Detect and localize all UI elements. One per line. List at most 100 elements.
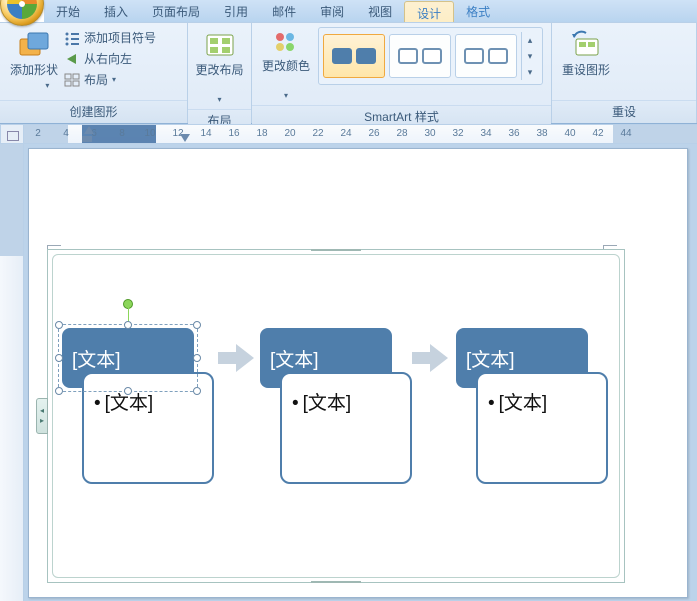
rtl-icon: [64, 51, 80, 67]
add-shape-button[interactable]: 添加形状 ▾: [6, 27, 62, 95]
add-shape-label: 添加形状: [10, 63, 58, 77]
add-bullet-button[interactable]: 添加项目符号: [62, 27, 172, 48]
resize-handle-icon[interactable]: [55, 354, 63, 362]
style-option-2[interactable]: [389, 34, 451, 78]
layout-button[interactable]: 布局 ▾: [62, 69, 172, 90]
tab-insert[interactable]: 插入: [92, 0, 140, 22]
ruler-tick: 10: [136, 128, 164, 139]
selection-outline: [58, 324, 198, 392]
ruler-tick: 44: [612, 128, 640, 139]
group-layouts: 更改布局 ▾ 布局: [188, 23, 252, 123]
group-title-reset: 重设: [552, 100, 696, 123]
change-colors-button[interactable]: 更改颜色 ▾: [258, 27, 314, 105]
child-text: [文本]: [292, 393, 351, 414]
horizontal-ruler[interactable]: 2468101214161820222426283032343638404244: [24, 124, 697, 144]
resize-handle-icon[interactable]: [193, 321, 201, 329]
indent-marker-bottom-icon[interactable]: [82, 136, 92, 142]
resize-handle-icon[interactable]: [193, 387, 201, 395]
layout-label: 布局: [84, 71, 108, 88]
child-text: [文本]: [94, 393, 153, 414]
change-colors-label: 更改颜色: [262, 59, 310, 73]
ruler-tick: 38: [528, 128, 556, 139]
add-bullet-label: 添加项目符号: [84, 29, 156, 46]
ruler-corner[interactable]: [0, 124, 24, 144]
ruler-tick: 16: [220, 128, 248, 139]
smartart-node[interactable]: [文本] [文本]: [456, 328, 588, 388]
frame-handle-icon[interactable]: [311, 581, 361, 583]
tab-page-layout[interactable]: 页面布局: [140, 0, 212, 22]
ruler-tick: 42: [584, 128, 612, 139]
ruler-tick: 8: [108, 128, 136, 139]
arrow-icon: [410, 342, 450, 374]
bullet-icon: [64, 30, 80, 46]
right-to-left-button[interactable]: 从右向左: [62, 48, 172, 69]
ruler-tick: 26: [360, 128, 388, 139]
group-smartart-styles: 更改颜色 ▾ ▴ ▾ ▾ SmartArt 样式: [252, 23, 552, 123]
style-option-1[interactable]: [323, 34, 385, 78]
gallery-more-icon[interactable]: ▾: [522, 64, 538, 80]
ruler-tick: 24: [332, 128, 360, 139]
ruler-tick: 20: [276, 128, 304, 139]
resize-handle-icon[interactable]: [193, 354, 201, 362]
tab-home[interactable]: 开始: [44, 0, 92, 22]
ribbon-tab-strip: 开始 插入 页面布局 引用 邮件 审阅 视图 设计 格式: [44, 0, 697, 22]
ruler-tick: 34: [472, 128, 500, 139]
group-reset: 重设图形 重设: [552, 23, 697, 123]
child-text: [文本]: [488, 393, 547, 414]
indent-marker-icon[interactable]: [84, 126, 94, 134]
ruler-tick: 36: [500, 128, 528, 139]
gallery-up-icon[interactable]: ▴: [522, 32, 538, 48]
ruler-tick: 4: [52, 128, 80, 139]
ruler-tick: 28: [388, 128, 416, 139]
office-logo-icon: [7, 0, 37, 19]
layout-icon: [64, 72, 80, 88]
resize-handle-icon[interactable]: [55, 387, 63, 395]
resize-handle-icon[interactable]: [124, 321, 132, 329]
change-layout-button[interactable]: 更改布局 ▾: [194, 27, 245, 109]
dropdown-icon: ▾: [284, 91, 288, 100]
smartart-child-shape[interactable]: [文本]: [280, 372, 412, 484]
smartart-style-gallery: ▴ ▾ ▾: [318, 27, 543, 85]
reset-graphic-button[interactable]: 重设图形: [558, 27, 614, 79]
tab-view[interactable]: 视图: [356, 0, 404, 22]
dropdown-icon: ▾: [45, 81, 49, 90]
smartart-node[interactable]: [文本] [文本]: [260, 328, 392, 388]
change-colors-icon: [272, 29, 300, 57]
page[interactable]: ◂▸ [文本] [文本]: [28, 148, 688, 598]
change-layout-icon: [204, 29, 236, 61]
tab-references[interactable]: 引用: [212, 0, 260, 22]
indent-right-icon[interactable]: [180, 134, 190, 142]
gallery-scroll: ▴ ▾ ▾: [521, 32, 538, 80]
group-title-create: 创建图形: [0, 100, 187, 123]
ruler-tick: 30: [416, 128, 444, 139]
style-option-3[interactable]: [455, 34, 517, 78]
ruler-tick: 40: [556, 128, 584, 139]
node-title: [文本]: [466, 345, 515, 372]
dropdown-icon: ▾: [218, 95, 222, 104]
ribbon: 添加形状 ▾ 添加项目符号 从右向左: [0, 22, 697, 124]
tab-design[interactable]: 设计: [404, 1, 454, 22]
dropdown-icon: ▾: [112, 75, 116, 84]
reset-label: 重设图形: [562, 63, 610, 77]
group-create-graphic: 添加形状 ▾ 添加项目符号 从右向左: [0, 23, 188, 123]
tab-mailings[interactable]: 邮件: [260, 0, 308, 22]
smartart-child-shape[interactable]: [文本]: [476, 372, 608, 484]
ruler-tick: 32: [444, 128, 472, 139]
document-area: ◂▸ [文本] [文本]: [0, 144, 697, 601]
add-shape-icon: [18, 29, 50, 61]
reset-icon: [570, 29, 602, 61]
vertical-ruler[interactable]: [0, 144, 24, 601]
frame-handle-icon[interactable]: [311, 249, 361, 251]
ruler-tick: 14: [192, 128, 220, 139]
node-title: [文本]: [270, 345, 319, 372]
ruler-tick: 18: [248, 128, 276, 139]
tab-review[interactable]: 审阅: [308, 0, 356, 22]
arrow-icon: [216, 342, 256, 374]
resize-handle-icon[interactable]: [124, 387, 132, 395]
gallery-down-icon[interactable]: ▾: [522, 48, 538, 64]
text-pane-toggle[interactable]: ◂▸: [36, 398, 48, 434]
ruler-tick: 2: [24, 128, 52, 139]
resize-handle-icon[interactable]: [55, 321, 63, 329]
tab-format[interactable]: 格式: [454, 0, 502, 22]
smartart-frame[interactable]: ◂▸ [文本] [文本]: [47, 249, 625, 583]
